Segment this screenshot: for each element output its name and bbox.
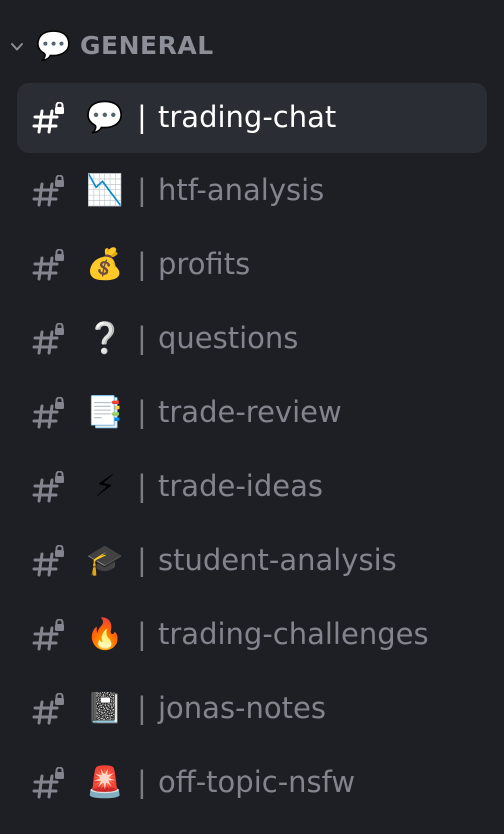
channel-name: htf-analysis bbox=[158, 173, 325, 207]
channel-emoji: 🎓 bbox=[86, 543, 124, 578]
channel-name: trade-ideas bbox=[158, 469, 323, 503]
channel-name: trading-challenges bbox=[158, 617, 429, 651]
channel-sidebar: 💬 GENERAL 💬 | trading-chat 📉 | htf-analy… bbox=[0, 0, 504, 834]
channel-trade-review[interactable]: 📑 | trade-review bbox=[17, 378, 487, 448]
locked-text-channel-icon bbox=[32, 545, 64, 577]
locked-text-channel-icon bbox=[32, 693, 64, 725]
channel-off-topic-nsfw[interactable]: 🚨 | off-topic-nsfw bbox=[17, 748, 487, 818]
channel-htf-analysis[interactable]: 📉 | htf-analysis bbox=[17, 156, 487, 226]
channel-profits[interactable]: 💰 | profits bbox=[17, 230, 487, 300]
locked-text-channel-icon bbox=[32, 471, 64, 503]
locked-text-channel-icon bbox=[32, 249, 64, 281]
channel-name: questions bbox=[158, 321, 299, 355]
channel-name: profits bbox=[158, 247, 251, 281]
channel-emoji: 📉 bbox=[86, 173, 124, 208]
locked-text-channel-icon bbox=[32, 767, 64, 799]
channel-trade-ideas[interactable]: ⚡ | trade-ideas bbox=[17, 452, 487, 522]
separator: | bbox=[137, 247, 147, 281]
chevron-down-icon[interactable] bbox=[9, 39, 25, 55]
locked-text-channel-icon bbox=[32, 102, 64, 134]
channel-emoji: 🚨 bbox=[86, 765, 124, 800]
locked-text-channel-icon bbox=[32, 397, 64, 429]
channel-emoji: ❔ bbox=[86, 321, 124, 356]
channel-questions[interactable]: ❔ | questions bbox=[17, 304, 487, 374]
channel-trading-chat[interactable]: 💬 | trading-chat bbox=[17, 83, 487, 153]
channel-emoji: 🔥 bbox=[86, 617, 124, 652]
separator: | bbox=[137, 100, 147, 134]
channel-emoji: 💬 bbox=[86, 100, 124, 135]
channel-name: off-topic-nsfw bbox=[158, 765, 356, 799]
locked-text-channel-icon bbox=[32, 323, 64, 355]
separator: | bbox=[137, 469, 147, 503]
channel-name: student-analysis bbox=[158, 543, 397, 577]
separator: | bbox=[137, 395, 147, 429]
channel-trading-challenges[interactable]: 🔥 | trading-challenges bbox=[17, 600, 487, 670]
channel-jonas-notes[interactable]: 📓 | jonas-notes bbox=[17, 674, 487, 744]
speech-bubble-icon: 💬 bbox=[36, 29, 71, 62]
channel-emoji: 💰 bbox=[86, 247, 124, 282]
channel-emoji: 📓 bbox=[86, 691, 124, 726]
channel-name: trade-review bbox=[158, 395, 342, 429]
category-general[interactable]: 💬 GENERAL bbox=[0, 22, 504, 70]
channel-emoji: ⚡ bbox=[94, 469, 116, 504]
separator: | bbox=[137, 765, 147, 799]
separator: | bbox=[137, 173, 147, 207]
channel-student-analysis[interactable]: 🎓 | student-analysis bbox=[17, 526, 487, 596]
channel-name: jonas-notes bbox=[158, 691, 326, 725]
category-label: GENERAL bbox=[80, 31, 214, 60]
separator: | bbox=[137, 691, 147, 725]
channel-name: trading-chat bbox=[158, 100, 337, 134]
locked-text-channel-icon bbox=[32, 619, 64, 651]
separator: | bbox=[137, 617, 147, 651]
channel-emoji: 📑 bbox=[86, 395, 124, 430]
locked-text-channel-icon bbox=[32, 175, 64, 207]
separator: | bbox=[137, 321, 147, 355]
separator: | bbox=[137, 543, 147, 577]
